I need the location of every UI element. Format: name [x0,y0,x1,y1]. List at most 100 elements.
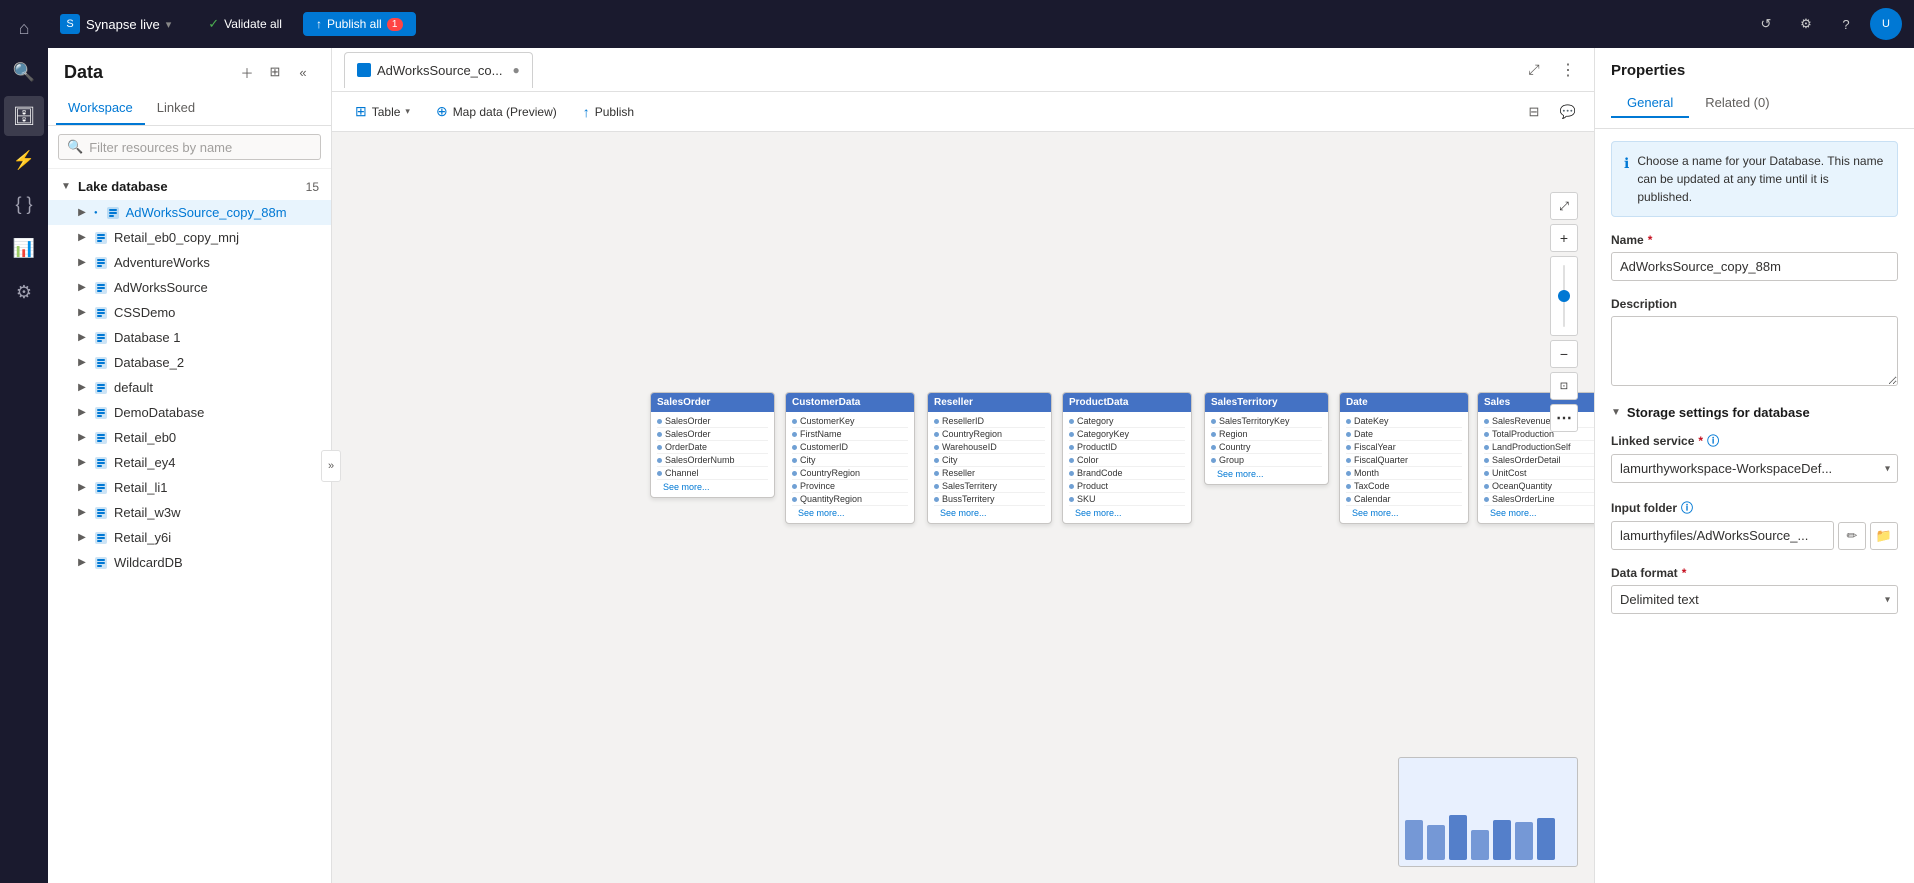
settings-icon[interactable]: ⚙ [1790,8,1822,40]
tab-linked[interactable]: Linked [145,92,207,125]
table-more-link[interactable]: See more... [1069,506,1185,520]
table-card-salesorder[interactable]: SalesOrder SalesOrder SalesOrder OrderDa… [650,392,775,498]
table-card-customerdata[interactable]: CustomerData CustomerKey FirstName Custo… [785,392,915,524]
publish-button[interactable]: ↑ Publish [572,98,645,126]
table-card-row: SalesTerritoryKey [1211,415,1322,428]
nav-data-icon[interactable]: 🗄 [4,96,44,136]
more-tab-options-icon[interactable]: ⋮ [1554,56,1582,84]
item-chevron-icon: ▶ [76,432,88,444]
linked-service-select[interactable]: lamurthyworkspace-WorkspaceDef... [1611,454,1898,483]
list-item[interactable]: ▶ Retail_eb0 [48,425,331,450]
zoom-fit-button[interactable]: ⤢ [1550,192,1578,220]
section-label: Lake database [78,179,300,194]
canvas-more-options-button[interactable]: ⋯ [1550,404,1578,432]
table-card-row: FiscalQuarter [1346,454,1462,467]
help-icon[interactable]: ? [1830,8,1862,40]
tab-workspace[interactable]: Workspace [56,92,145,125]
minimap [1398,757,1578,867]
list-item[interactable]: ▶ default [48,375,331,400]
tab-close-button[interactable]: ● [512,63,519,77]
right-panel-header: Properties General Related (0) [1595,48,1914,129]
zoom-in-button[interactable]: + [1550,224,1578,252]
input-folder-input[interactable] [1611,521,1834,550]
table-more-link[interactable]: See more... [1211,467,1322,481]
tab-general[interactable]: General [1611,89,1689,118]
field-dot-icon [1484,432,1489,437]
table-card-reseller[interactable]: Reseller ResellerID CountryRegion Wareho… [927,392,1052,524]
comments-icon[interactable]: 💬 [1554,98,1582,126]
data-format-select[interactable]: Delimited text Parquet ORC Avro JSON Del… [1611,585,1898,614]
linked-service-info-icon[interactable]: ⓘ [1707,432,1719,449]
brand-dropdown-icon[interactable]: ▾ [166,18,172,31]
list-item[interactable]: ▶ Retail_w3w [48,500,331,525]
nav-monitor-icon[interactable]: 📊 [4,228,44,268]
list-item[interactable]: ▶ Retail_li1 [48,475,331,500]
name-input[interactable] [1611,252,1898,281]
list-item[interactable]: ▶ ● AdWorksSource_copy_88m [48,200,331,225]
validate-icon: ✓ [208,16,219,32]
table-card-row: CountryRegion [792,467,908,480]
collapse-panel-icon[interactable]: « [291,60,315,84]
map-data-button[interactable]: ⊕ Map data (Preview) [425,97,568,126]
nav-integrate-icon[interactable]: ⚡ [4,140,44,180]
fit-to-screen-button[interactable]: ⊡ [1550,372,1578,400]
validate-all-button[interactable]: ✓ Validate all [195,11,295,37]
list-item[interactable]: ▶ Retail_eb0_copy_mnj [48,225,331,250]
table-card-productdata[interactable]: ProductData Category CategoryKey Product… [1062,392,1192,524]
table-card-date[interactable]: Date DateKey Date FiscalYear FiscalQuart… [1339,392,1469,524]
db-icon [94,506,108,520]
minimap-block [1493,820,1511,860]
user-avatar[interactable]: U [1870,8,1902,40]
table-button[interactable]: ⊞ Table ▾ [344,97,421,126]
description-label-text: Description [1611,297,1677,311]
browse-folder-button[interactable]: 📁 [1870,522,1898,550]
description-textarea[interactable] [1611,316,1898,386]
edit-folder-button[interactable]: ✏ [1838,522,1866,550]
nav-manage-icon[interactable]: ⚙ [4,272,44,312]
info-icon: ℹ [1624,153,1629,206]
refresh-icon[interactable]: ↺ [1750,8,1782,40]
zoom-out-button[interactable]: − [1550,340,1578,368]
tab-related[interactable]: Related (0) [1689,89,1785,118]
properties-panel-toggle[interactable]: ⊟ [1520,98,1548,126]
table-more-link[interactable]: See more... [1346,506,1462,520]
canvas-tab-adworksource[interactable]: AdWorksSource_co... ● [344,52,533,88]
table-more-link[interactable]: See more... [657,480,768,494]
table-card-header: SalesOrder [651,393,774,412]
nav-develop-icon[interactable]: { } [4,184,44,224]
list-item[interactable]: ▶ WildcardDB [48,550,331,575]
table-more-link[interactable]: See more... [792,506,908,520]
table-card-row: CustomerKey [792,415,908,428]
table-more-link[interactable]: See more... [1484,506,1594,520]
add-resource-button[interactable]: ＋ [235,60,259,84]
field-dot-icon [1069,471,1074,476]
zoom-controls: ⤢ + − ⊡ ⋯ [1550,192,1578,432]
list-item[interactable]: ▶ Retail_ey4 [48,450,331,475]
list-item[interactable]: ▶ Database 1 [48,325,331,350]
expand-tab-button[interactable]: ⤢ [1520,56,1548,84]
storage-section-label: Storage settings for database [1627,405,1810,420]
expand-collapse-icon[interactable]: ⊞ [263,60,287,84]
nav-home-icon[interactable]: ⌂ [4,8,44,48]
collapse-left-panel-button[interactable]: » [321,450,341,482]
field-dot-icon [934,471,939,476]
search-input[interactable] [89,140,312,155]
lake-database-section[interactable]: ▼ Lake database 15 [48,173,331,200]
linked-service-field-group: Linked service * ⓘ lamurthyworkspace-Wor… [1611,432,1898,483]
table-more-link[interactable]: See more... [934,506,1045,520]
list-item[interactable]: ▶ CSSDemo [48,300,331,325]
list-item[interactable]: ▶ AdWorksSource [48,275,331,300]
field-dot-icon [1346,419,1351,424]
list-item[interactable]: ▶ Retail_y6i [48,525,331,550]
table-card-salesterritory[interactable]: SalesTerritory SalesTerritoryKey Region … [1204,392,1329,485]
tree-section: ▼ Lake database 15 ▶ ● AdWorksSource_cop… [48,169,331,883]
zoom-slider[interactable] [1550,256,1578,336]
list-item[interactable]: ▶ Database_2 [48,350,331,375]
storage-chevron-icon: ▼ [1611,407,1621,418]
publish-all-button[interactable]: ↑ Publish all 1 [303,12,416,36]
list-item[interactable]: ▶ AdventureWorks [48,250,331,275]
input-folder-info-icon[interactable]: ⓘ [1681,499,1693,516]
list-item[interactable]: ▶ DemoDatabase [48,400,331,425]
nav-search-icon[interactable]: 🔍 [4,52,44,92]
storage-section-header[interactable]: ▼ Storage settings for database [1611,405,1898,420]
